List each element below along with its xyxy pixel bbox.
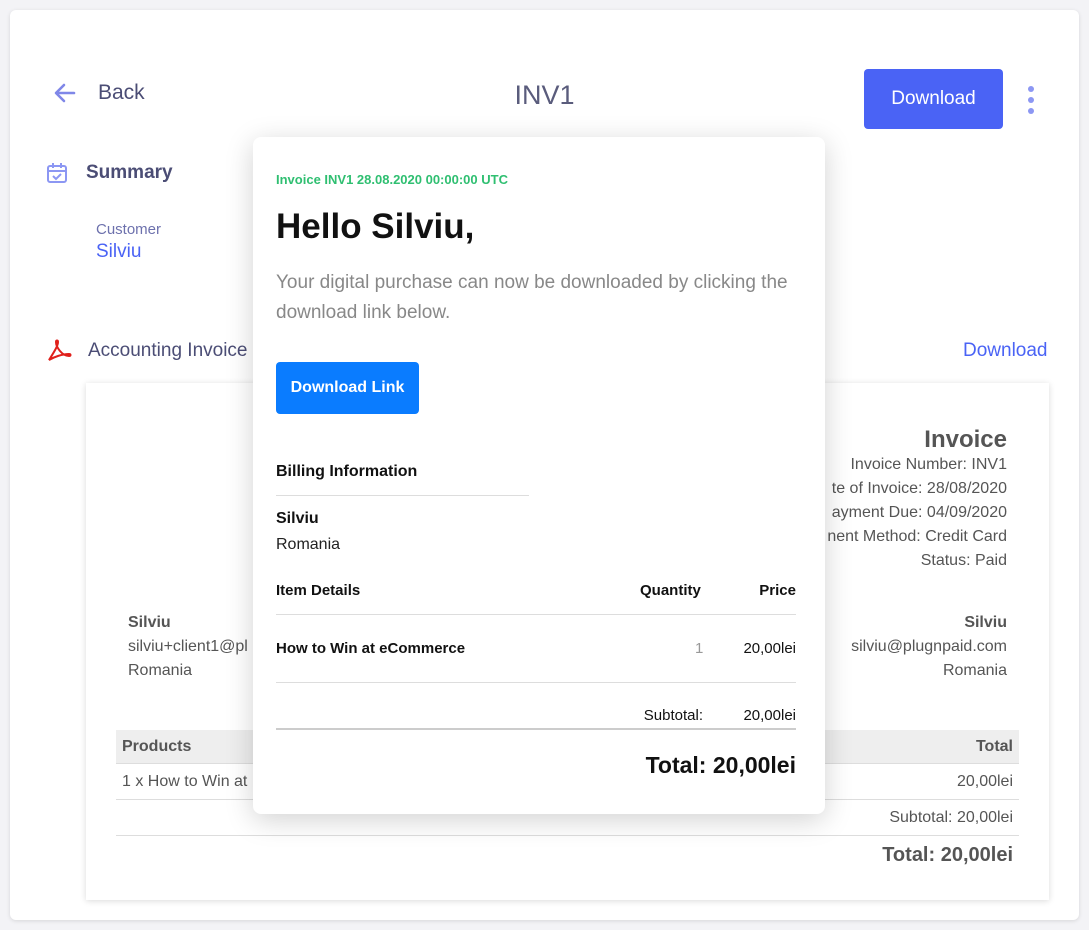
summary-section-header: Summary — [46, 162, 173, 184]
price-header: Price — [759, 582, 796, 599]
email-total: Total: 20,00lei — [645, 752, 796, 778]
invoice-from: Silviu silviu+client1@pl Romania — [128, 611, 248, 683]
item-name: How to Win at eCommerce — [276, 640, 466, 657]
subtotal-label: Subtotal: — [643, 707, 703, 724]
billing-name: Silviu — [276, 510, 319, 527]
product-total: 20,00lei — [956, 772, 1013, 790]
invoice-page-card: Back INV1 Download Summary Customer Silv… — [10, 10, 1079, 920]
invoice-to: Silviu silviu@plugnpaid.com Romania — [851, 611, 1007, 683]
item-price: 20,00lei — [743, 640, 796, 657]
doc-total: Total: 20,00lei — [882, 843, 1013, 866]
divider — [276, 682, 796, 683]
invoice-doc-title: Invoice — [924, 426, 1007, 453]
accounting-download-link[interactable]: Download — [963, 340, 1048, 362]
download-button[interactable]: Download — [864, 69, 1003, 129]
from-email: silviu+client1@pl — [128, 638, 248, 655]
products-header: Products — [122, 737, 192, 755]
from-country: Romania — [128, 662, 193, 679]
more-options-icon[interactable] — [1022, 86, 1040, 114]
divider — [276, 728, 796, 730]
customer-link[interactable]: Silviu — [96, 241, 141, 263]
billing-country: Romania — [276, 536, 341, 553]
download-link-button[interactable]: Download Link — [276, 362, 419, 414]
product-line: 1 x How to Win at — [122, 772, 248, 790]
item-quantity: 1 — [695, 640, 704, 657]
invoice-number: Invoice Number: INV1 — [850, 456, 1007, 473]
payment-due: ayment Due: 04/09/2020 — [831, 504, 1007, 521]
pdf-icon — [48, 339, 72, 361]
email-header: Invoice INV1 28.08.2020 00:00:00 UTC — [276, 172, 508, 187]
from-name: Silviu — [128, 614, 171, 631]
customer-label: Customer — [96, 221, 162, 238]
subtotal-value: 20,00lei — [743, 707, 796, 724]
email-preview-modal: Invoice INV1 28.08.2020 00:00:00 UTC Hel… — [253, 137, 825, 814]
payment-method: nent Method: Credit Card — [827, 528, 1007, 545]
accounting-invoice-title: Accounting Invoice — [88, 340, 248, 361]
calendar-check-icon — [47, 163, 67, 183]
invoice-date: te of Invoice: 28/08/2020 — [831, 480, 1007, 497]
summary-title: Summary — [86, 162, 173, 183]
invoice-doc-meta: Invoice Number: INV1 te of Invoice: 28/0… — [827, 453, 1007, 573]
divider — [276, 614, 796, 615]
doc-subtotal: Subtotal: 20,00lei — [889, 808, 1013, 826]
total-header: Total — [975, 737, 1013, 755]
total-row: Total: 20,00lei — [116, 838, 1019, 872]
quantity-header: Quantity — [640, 582, 701, 599]
to-name: Silviu — [964, 614, 1007, 631]
email-greeting: Hello Silviu, — [276, 207, 475, 246]
item-details-header: Item Details — [276, 582, 361, 599]
invoice-status: Status: Paid — [920, 552, 1007, 569]
accounting-invoice-header: Accounting Invoice — [46, 338, 248, 364]
email-body: Your digital purchase can now be downloa… — [276, 272, 788, 323]
to-email: silviu@plugnpaid.com — [851, 638, 1007, 655]
billing-title: Billing Information — [276, 463, 418, 480]
to-country: Romania — [942, 662, 1007, 679]
divider — [276, 495, 529, 496]
